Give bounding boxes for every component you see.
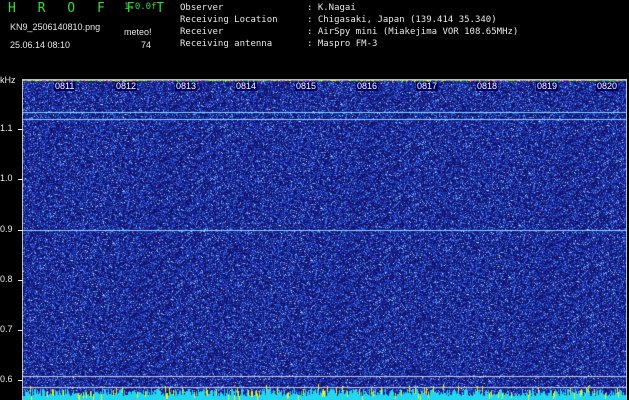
x-tick-label: 0817: [416, 81, 439, 91]
image-filename: KN9_2506140810.png: [10, 22, 101, 32]
x-tick-label: 0819: [536, 81, 559, 91]
x-tick-label: 0811: [54, 81, 76, 91]
x-tick-label: 0818: [476, 81, 499, 91]
observer-value: : K.Nagai: [307, 3, 356, 13]
y-tick-label: 1.1: [0, 123, 13, 133]
meteo-label: meteo!: [124, 27, 152, 37]
capture-datetime: 25.06.14 08:10: [10, 40, 71, 50]
y-tick-mark: [18, 129, 23, 130]
y-tick-mark: [18, 179, 23, 180]
x-tick-label: 0814: [235, 81, 258, 91]
y-tick-mark: [18, 280, 23, 281]
detection-count: 74: [141, 40, 152, 50]
y-tick-label: 0.7: [0, 324, 13, 334]
y-tick-label: 0.9: [0, 224, 13, 234]
top-axis-line: [22, 79, 627, 80]
y-tick-mark: [18, 380, 23, 381]
spectrogram-panel: kHz 1.1 1.0 0.9 0.8 0.7 0.6 0811 0812 08…: [0, 74, 629, 400]
spectrogram-canvas: [23, 79, 627, 400]
location-value: : Chigasaki, Japan (139.414 35.340): [307, 15, 497, 25]
y-tick-mark: [18, 330, 23, 331]
header-panel: H R O F F T 1.0.0f KN9_2506140810.png me…: [0, 0, 629, 74]
receiver-label: Receiver: [180, 27, 224, 37]
y-tick-label: 0.6: [0, 374, 13, 384]
y-unit-label: kHz: [0, 75, 16, 85]
app-version: 1.0.0f: [124, 2, 157, 12]
x-tick-label: 0820: [596, 81, 619, 91]
antenna-label: Receiving antenna: [180, 39, 273, 49]
y-tick-label: 1.0: [0, 173, 13, 183]
y-axis-line: [22, 79, 23, 400]
location-label: Receiving Location: [180, 15, 278, 25]
antenna-value: : Maspro FM-3: [307, 39, 378, 49]
x-tick-label: 0816: [356, 81, 379, 91]
observer-label: Observer: [180, 3, 224, 13]
y-tick-label: 0.8: [0, 274, 13, 284]
y-tick-mark: [18, 230, 23, 231]
x-tick-label: 0815: [295, 81, 318, 91]
x-tick-label: 0813: [175, 81, 198, 91]
x-tick-label: 0812: [115, 81, 138, 91]
right-axis-line: [626, 79, 627, 400]
receiver-value: : AirSpy mini (Miakejima VOR 108.65MHz): [307, 27, 519, 37]
